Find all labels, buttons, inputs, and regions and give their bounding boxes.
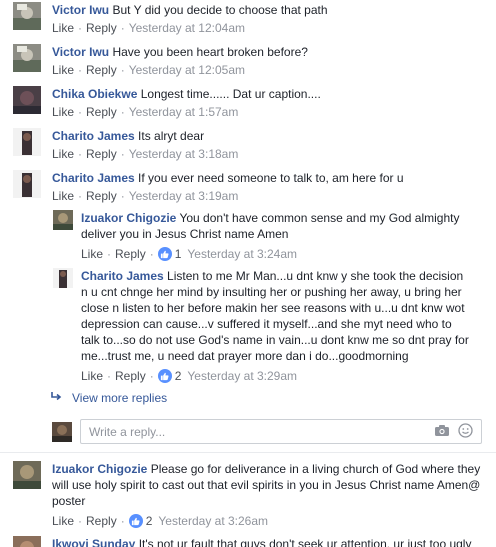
- comment-timestamp[interactable]: Yesterday at 3:18am: [129, 146, 239, 162]
- view-more-replies[interactable]: View more replies: [50, 390, 167, 405]
- avatar[interactable]: [13, 128, 41, 156]
- avatar[interactable]: [13, 536, 41, 547]
- like-button[interactable]: Like: [52, 188, 74, 204]
- reply-timestamp[interactable]: Yesterday at 3:24am: [187, 246, 297, 262]
- comment: Chika Obiekwe Longest time...... Dat ur …: [13, 86, 321, 120]
- avatar: [52, 421, 72, 442]
- reply-text-line: talk to...so do not use God's name in va…: [81, 333, 469, 347]
- reply-text-line: n u cnt chnge her mind by insulting her …: [81, 285, 462, 299]
- reply-composer: Write a reply...: [52, 419, 482, 444]
- reply-button[interactable]: Reply: [86, 146, 117, 162]
- comment-text: Its alryt dear: [138, 129, 205, 143]
- comment-text-line: poster: [52, 494, 86, 508]
- comment-timestamp[interactable]: Yesterday at 3:19am: [129, 188, 239, 204]
- reply-button[interactable]: Reply: [86, 188, 117, 204]
- thumbs-up-icon: [157, 247, 172, 261]
- comment-text: Longest time...... Dat ur caption....: [140, 87, 321, 101]
- comment-timestamp[interactable]: Yesterday at 12:04am: [129, 20, 245, 36]
- reply-text-continued: deliver you in Jesus Christ name Amen: [81, 227, 289, 241]
- reply-input[interactable]: Write a reply...: [80, 419, 482, 444]
- reply-button[interactable]: Reply: [86, 62, 117, 78]
- reply-author[interactable]: Charito James: [81, 269, 164, 283]
- reply-author[interactable]: Izuakor Chigozie: [81, 211, 176, 225]
- comment-timestamp[interactable]: Yesterday at 1:57am: [129, 104, 239, 120]
- avatar[interactable]: [13, 170, 41, 198]
- avatar[interactable]: [13, 461, 41, 489]
- comment-author[interactable]: Ikwovi Sunday: [52, 537, 135, 547]
- reply-button[interactable]: Reply: [115, 246, 146, 262]
- like-count[interactable]: 2: [175, 368, 182, 384]
- comment-author[interactable]: Izuakor Chigozie: [52, 462, 147, 476]
- comment-author[interactable]: Victor Iwu: [52, 3, 109, 17]
- comment-actions: Like · Reply · Yesterday at 12:05am: [52, 62, 246, 78]
- comment-text: But Y did you decide to choose that path: [112, 3, 328, 17]
- comment-author[interactable]: Victor Iwu: [52, 45, 109, 59]
- comment: Charito James Its alryt dear Like · Reply…: [13, 128, 238, 162]
- reply-button[interactable]: Reply: [86, 104, 117, 120]
- reply-actions: Like · Reply · 2 Yesterday at 3:29am: [81, 368, 298, 384]
- reply-text: You don't have common sense and my God a…: [179, 211, 460, 225]
- avatar[interactable]: [13, 2, 41, 30]
- reply-text: Listen to me Mr Man...u dnt knw y she to…: [167, 269, 464, 283]
- like-button[interactable]: Like: [81, 246, 103, 262]
- reply-text-line: depression can cause...v suffered it mys…: [81, 317, 452, 331]
- reply: Izuakor Chigozie You don't have common s…: [53, 210, 459, 262]
- comment-text: Please go for deliverance in a living ch…: [150, 462, 481, 476]
- comment: Victor Iwu But Y did you decide to choos…: [13, 2, 328, 36]
- comment-actions: Like · Reply · Yesterday at 1:57am: [52, 104, 239, 120]
- reply-timestamp[interactable]: Yesterday at 3:29am: [187, 368, 297, 384]
- reply: Charito James Listen to me Mr Man...u dn…: [53, 268, 469, 384]
- comment-timestamp[interactable]: Yesterday at 12:05am: [129, 62, 245, 78]
- like-button[interactable]: Like: [81, 368, 103, 384]
- reply-text-line: me...trust me, u need dat prayer more da…: [81, 349, 409, 363]
- like-count[interactable]: 2: [146, 513, 153, 529]
- comment-author[interactable]: Chika Obiekwe: [52, 87, 137, 101]
- comment-author[interactable]: Charito James: [52, 171, 135, 185]
- like-button[interactable]: Like: [52, 146, 74, 162]
- thumbs-up-icon: [128, 514, 143, 528]
- like-button[interactable]: Like: [52, 513, 74, 529]
- like-button[interactable]: Like: [52, 20, 74, 36]
- view-more-replies-label[interactable]: View more replies: [72, 391, 167, 405]
- comment-text-line: will use holy spirit to cast out that ev…: [52, 478, 481, 492]
- reply-arrow-icon: [50, 390, 62, 405]
- reply-button[interactable]: Reply: [86, 513, 117, 529]
- avatar[interactable]: [13, 86, 41, 114]
- comment-actions: Like · Reply · Yesterday at 12:04am: [52, 20, 246, 36]
- comment: Victor Iwu Have you been heart broken be…: [13, 44, 308, 78]
- comment-actions: Like · Reply · Yesterday at 3:19am: [52, 188, 239, 204]
- comment: Izuakor Chigozie Please go for deliveran…: [13, 461, 496, 529]
- comment-actions: Like · Reply · 2 Yesterday at 3:26am: [52, 513, 269, 529]
- comment-actions: Like · Reply · Yesterday at 3:18am: [52, 146, 239, 162]
- comment-timestamp[interactable]: Yesterday at 3:26am: [158, 513, 268, 529]
- comment-text: If you ever need someone to talk to, am …: [138, 171, 404, 185]
- like-button[interactable]: Like: [52, 62, 74, 78]
- comment-text: Have you been heart broken before?: [112, 45, 308, 59]
- avatar[interactable]: [53, 268, 73, 288]
- comment-text: It's not ur fault that guys don't seek u…: [138, 537, 472, 547]
- comment-author[interactable]: Charito James: [52, 129, 135, 143]
- thumbs-up-icon: [157, 369, 172, 383]
- reply-button[interactable]: Reply: [115, 368, 146, 384]
- reply-actions: Like · Reply · 1 Yesterday at 3:24am: [81, 246, 298, 262]
- reply-text-line: close n listen to her before makin her s…: [81, 301, 465, 315]
- avatar[interactable]: [13, 44, 41, 72]
- like-count[interactable]: 1: [175, 246, 182, 262]
- avatar[interactable]: [53, 210, 73, 230]
- reply-button[interactable]: Reply: [86, 20, 117, 36]
- reply-input-placeholder[interactable]: Write a reply...: [89, 425, 434, 439]
- comment: Ikwovi Sunday It's not ur fault that guy…: [13, 536, 471, 547]
- divider: [0, 452, 496, 453]
- comment: Charito James If you ever need someone t…: [13, 170, 404, 204]
- like-button[interactable]: Like: [52, 104, 74, 120]
- emoji-icon[interactable]: [458, 422, 473, 441]
- camera-icon[interactable]: [434, 424, 450, 440]
